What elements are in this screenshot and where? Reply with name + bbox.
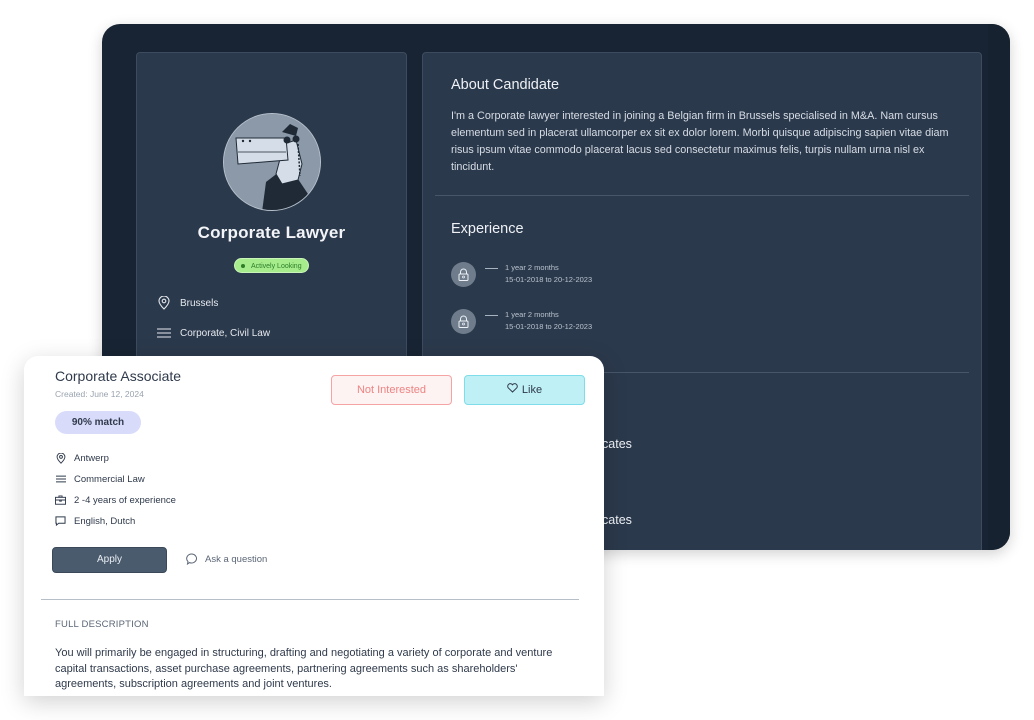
location-pin-icon — [55, 452, 66, 464]
window-edge — [988, 24, 1010, 550]
dash — [485, 268, 498, 269]
menu-lines-icon — [55, 474, 66, 485]
about-heading: About Candidate — [451, 77, 560, 93]
like-button[interactable]: Like — [464, 375, 585, 405]
candidate-practice-areas: Corporate, Civil Law — [157, 325, 287, 341]
experience-dates: 15-01-2018 to 20-12-2023 — [505, 322, 593, 331]
candidate-location: Brussels — [157, 295, 287, 311]
experience-duration: 1 year 2 months — [505, 310, 559, 319]
job-practice-text: Commercial Law — [74, 473, 145, 485]
job-languages-text: English, Dutch — [74, 515, 136, 527]
chat-bubble-icon — [55, 516, 66, 527]
divider — [41, 599, 579, 600]
dash — [485, 315, 498, 316]
like-label: Like — [521, 384, 543, 396]
job-title: Corporate Associate — [55, 368, 182, 384]
divider — [435, 195, 969, 196]
ask-question-link[interactable]: Ask a question — [186, 553, 267, 565]
avatar — [223, 113, 321, 211]
job-practice-area: Commercial Law — [55, 472, 176, 486]
job-location: Antwerp — [55, 451, 176, 465]
description-text: You will primarily be engaged in structu… — [55, 647, 553, 690]
description-heading: FULL DESCRIPTION — [55, 619, 149, 630]
job-languages: English, Dutch — [55, 514, 176, 528]
not-interested-button[interactable]: Not Interested — [331, 375, 452, 405]
job-card: Corporate Associate Created: June 12, 20… — [24, 356, 604, 696]
apply-button[interactable]: Apply — [52, 547, 167, 573]
match-badge: 90% match — [55, 411, 141, 434]
job-created-date: Created: June 12, 2024 — [55, 389, 144, 399]
job-experience-text: 2 -4 years of experience — [74, 494, 176, 506]
experience-item: 1 year 2 months 15-01-2018 to 20-12-2023 — [451, 309, 751, 335]
chat-bubble-icon — [186, 553, 198, 565]
lock-icon — [451, 309, 476, 334]
status-badge: Actively Looking — [234, 258, 309, 273]
candidate-location-text: Brussels — [180, 297, 219, 309]
about-text: I'm a Corporate lawyer interested in joi… — [451, 110, 949, 173]
menu-lines-icon — [157, 326, 171, 340]
briefcase-icon — [55, 495, 66, 506]
job-facts: Antwerp Commercial Law 2 -4 years of exp… — [55, 451, 176, 535]
lock-icon — [451, 262, 476, 287]
job-experience: 2 -4 years of experience — [55, 493, 176, 507]
ask-question-label: Ask a question — [205, 553, 268, 565]
candidate-practice-text: Corporate, Civil Law — [180, 327, 271, 339]
candidate-title: Corporate Lawyer — [197, 223, 346, 242]
experience-dates: 15-01-2018 to 20-12-2023 — [505, 275, 593, 284]
heart-icon — [507, 376, 518, 404]
job-location-text: Antwerp — [74, 452, 109, 464]
experience-item: 1 year 2 months 15-01-2018 to 20-12-2023 — [451, 262, 751, 288]
location-pin-icon — [157, 296, 171, 310]
experience-heading: Experience — [451, 221, 524, 237]
experience-duration: 1 year 2 months — [505, 263, 559, 272]
crocodile-avatar-icon — [224, 114, 320, 210]
